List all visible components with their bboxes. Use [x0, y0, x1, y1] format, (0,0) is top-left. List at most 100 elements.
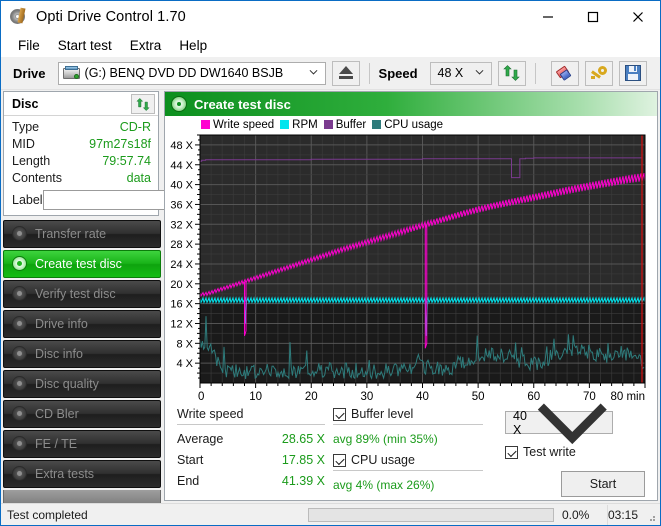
disc-icon [171, 96, 187, 112]
sidebar-item-cd-bler[interactable]: CD Bler [3, 400, 161, 428]
sidebar-item-disc-info[interactable]: Disc info [3, 340, 161, 368]
sidebar-item-transfer-rate[interactable]: Transfer rate [3, 220, 161, 248]
disc-icon [12, 226, 28, 242]
sidebar-item-verify-test-disc[interactable]: Verify test disc [3, 280, 161, 308]
legend-item-rpm: RPM [280, 119, 318, 131]
legend-item-buffer: Buffer [323, 119, 366, 131]
sidebar-item-fe-te[interactable]: FE / TE [3, 430, 161, 458]
drive-select-value: (G:) BENQ DVD DD DW1640 BSJB [84, 66, 284, 80]
legend-label: CPU usage [384, 118, 444, 131]
refresh-icon [503, 65, 520, 81]
chevron-down-icon [475, 69, 483, 75]
svg-text:0: 0 [198, 391, 204, 403]
eraser-icon [555, 65, 574, 81]
disc-row-type: Type CD-R [12, 119, 151, 136]
disc-icon [12, 286, 28, 302]
svg-text:20 X: 20 X [170, 279, 193, 291]
buffer-level-checkbox-row[interactable]: Buffer level [333, 407, 483, 421]
stat-key: End [177, 474, 200, 488]
legend-label: Write speed [213, 118, 275, 131]
disc-type-value: CD-R [119, 120, 151, 134]
drive-label: Drive [13, 65, 46, 81]
legend-item-write-speed: Write speed [201, 119, 274, 131]
disc-label-key: Label [12, 193, 43, 207]
svg-text:36 X: 36 X [170, 199, 193, 211]
svg-text:28 X: 28 X [170, 239, 193, 251]
divider [333, 424, 483, 425]
progress-bar [308, 507, 554, 522]
svg-text:12 X: 12 X [170, 318, 193, 330]
app-disc-pen-icon [10, 7, 28, 26]
disc-length-value: 79:57.74 [102, 154, 151, 168]
cpu-usage-label: CPU usage [351, 453, 415, 467]
legend-label: RPM [292, 118, 318, 131]
svg-text:48 X: 48 X [170, 140, 193, 152]
refresh-button[interactable] [497, 60, 526, 86]
chevron-down-icon [309, 69, 317, 75]
start-button[interactable]: Start [561, 471, 645, 497]
divider [177, 424, 325, 425]
disc-icon [12, 376, 28, 392]
eject-button[interactable] [331, 60, 360, 86]
write-speed-chart: 4 X 8 X 12 X 16 X 20 X 24 X 28 X 32 X 36 X 40 X 44… [170, 134, 646, 403]
test-write-checkbox[interactable] [505, 445, 518, 459]
status-message: Test completed [7, 507, 88, 522]
save-button[interactable] [618, 60, 647, 86]
disc-icon [12, 436, 28, 452]
key-button[interactable] [584, 60, 613, 86]
close-button[interactable] [615, 1, 660, 32]
svg-text:50: 50 [472, 391, 485, 403]
disc-panel-title: Disc [12, 96, 39, 111]
svg-text:40 X: 40 X [170, 180, 193, 192]
svg-text:4 X: 4 X [176, 358, 193, 370]
stat-value: 28.65 X [281, 432, 325, 446]
disc-row-mid: MID 97m27s18f [12, 136, 151, 153]
menu-bar: File Start test Extra Help [1, 33, 660, 57]
legend-swatch [372, 120, 382, 129]
erase-button[interactable] [550, 60, 579, 86]
disc-panel-header: Disc [4, 92, 158, 116]
speed-select[interactable]: 48 X [429, 61, 492, 85]
statistics-panel: Write speed Average 28.65 X Start 17.85 … [165, 403, 657, 498]
sidebar-item-label: Extra tests [35, 467, 95, 481]
menu-start-test[interactable]: Start test [49, 36, 121, 55]
sidebar-item-disc-quality[interactable]: Disc quality [3, 370, 161, 398]
sidebar-item-create-test-disc[interactable]: Create test disc [3, 250, 161, 278]
sidebar-item-label: CD Bler [35, 407, 79, 421]
main-panel: Create test disc Write speed RPM Buffer … [164, 91, 658, 501]
buffer-level-label: Buffer level [351, 407, 414, 421]
disc-length-key: Length [12, 154, 51, 168]
refresh-icon [136, 97, 150, 111]
sidebar-item-label: Drive info [35, 317, 88, 331]
disc-row-length: Length 79:57.74 [12, 153, 151, 170]
svg-text:44 X: 44 X [170, 160, 193, 172]
menu-file[interactable]: File [9, 36, 49, 55]
cpu-usage-checkbox[interactable] [333, 453, 346, 467]
menu-help[interactable]: Help [170, 36, 216, 55]
write-speed-stats-title: Write speed [177, 407, 244, 421]
stat-row-start: Start 17.85 X [177, 450, 325, 471]
disc-mid-value: 97m27s18f [89, 137, 151, 151]
minimize-button[interactable] [525, 1, 570, 32]
progress-percent: 0.0% [561, 507, 590, 522]
cpu-usage-checkbox-row[interactable]: CPU usage [333, 453, 483, 467]
sidebar-item-label: Disc quality [35, 377, 99, 391]
chart-area: 4 X 8 X 12 X 16 X 20 X 24 X 28 X 32 X 36 X 40 X 44… [165, 131, 657, 403]
disc-refresh-button[interactable] [131, 94, 155, 114]
write-speed-select[interactable]: 40 X [505, 403, 613, 445]
menu-extra[interactable]: Extra [121, 36, 171, 55]
sidebar-item-extra-tests[interactable]: Extra tests [3, 460, 161, 488]
sidebar-item-drive-info[interactable]: Drive info [3, 310, 161, 338]
window-controls [525, 1, 660, 33]
drive-select[interactable]: (G:) BENQ DVD DD DW1640 BSJB [57, 61, 326, 85]
buffer-level-checkbox[interactable] [333, 407, 346, 421]
resize-grip-icon[interactable] [645, 511, 657, 523]
main-panel-header: Create test disc [165, 92, 657, 116]
speed-label: Speed [378, 65, 418, 81]
disc-icon [12, 316, 28, 332]
svg-text:10: 10 [249, 391, 262, 403]
eject-icon [338, 66, 354, 80]
maximize-button[interactable] [570, 1, 615, 32]
key-icon [590, 65, 608, 81]
optical-drive-icon [62, 66, 80, 80]
